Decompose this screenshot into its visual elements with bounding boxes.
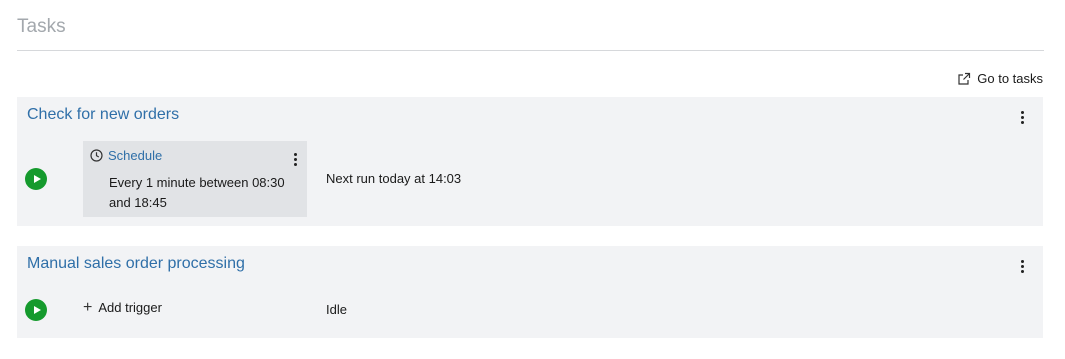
run-task-button[interactable] — [25, 168, 47, 190]
go-to-tasks-link[interactable]: Go to tasks — [957, 71, 1043, 86]
title-divider — [17, 50, 1044, 51]
page-title: Tasks — [17, 16, 66, 37]
add-trigger-button[interactable]: + Add trigger — [83, 298, 162, 316]
task-status: Idle — [326, 302, 347, 317]
task-status: Next run today at 14:03 — [326, 171, 462, 186]
trigger-type-label: Schedule — [108, 148, 163, 163]
run-task-button[interactable] — [25, 299, 47, 321]
plus-icon: + — [83, 298, 93, 316]
trigger-type-link[interactable]: Schedule — [90, 148, 162, 163]
play-icon — [33, 306, 41, 314]
task-title[interactable]: Check for new orders — [27, 106, 179, 124]
task-card: Manual sales order processing + Add trig… — [17, 246, 1043, 338]
more-vertical-icon[interactable] — [287, 149, 303, 169]
trigger-card: Schedule Every 1 minute between 08:30 an… — [83, 141, 307, 217]
trigger-description: Every 1 minute between 08:30 and 18:45 — [109, 175, 285, 210]
more-vertical-icon[interactable] — [1014, 256, 1030, 276]
add-trigger-label: Add trigger — [98, 300, 162, 315]
task-card: Check for new orders Schedule Every 1 mi… — [17, 97, 1043, 226]
external-link-icon — [957, 72, 971, 86]
task-title[interactable]: Manual sales order processing — [27, 255, 245, 273]
more-vertical-icon[interactable] — [1014, 107, 1030, 127]
play-icon — [33, 175, 41, 183]
go-to-tasks-label: Go to tasks — [977, 71, 1043, 86]
clock-icon — [90, 149, 103, 162]
